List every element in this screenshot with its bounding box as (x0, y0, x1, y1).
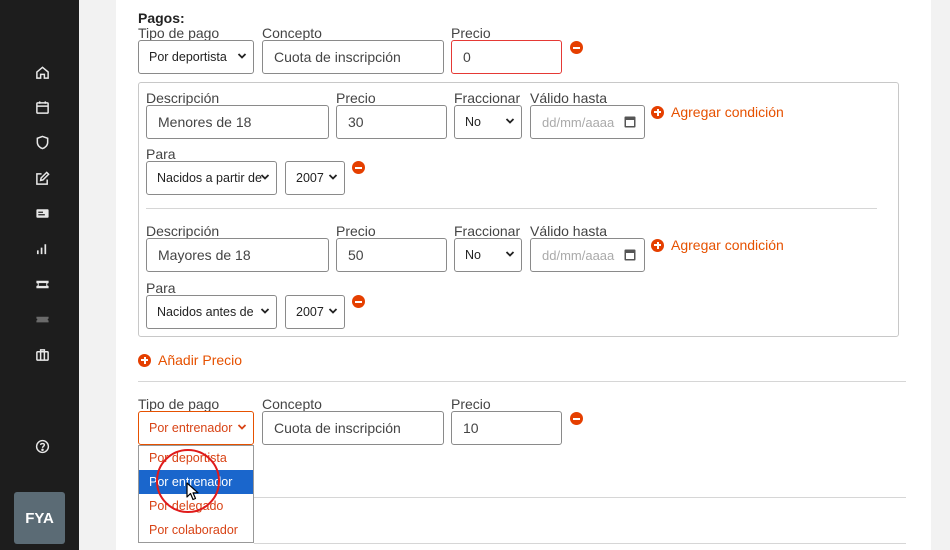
chevron-down-icon (505, 118, 515, 124)
precio-label: Precio (451, 25, 491, 41)
chevron-down-icon (260, 308, 270, 314)
valido-hasta-label: Válido hasta (530, 223, 608, 239)
plus-icon (651, 105, 664, 119)
fraccionar-value: No (465, 115, 481, 129)
chevron-down-icon (505, 251, 515, 257)
precio-input[interactable]: 30 (336, 105, 447, 139)
para-label: Para (146, 146, 176, 162)
fraccionar-select[interactable]: No (454, 238, 522, 272)
divider (254, 543, 906, 544)
click-highlight-circle (156, 449, 220, 513)
chevron-down-icon (237, 53, 247, 59)
tipo-pago-label: Tipo de pago (138, 396, 220, 412)
remove-condition-icon[interactable] (352, 295, 365, 308)
ticket-disabled-icon[interactable] (32, 309, 52, 329)
valido-hasta-input[interactable]: dd/mm/aaaa (530, 105, 645, 139)
descripcion-label: Descripción (146, 90, 220, 106)
para-value: Nacidos a partir de (157, 171, 262, 185)
plus-icon (651, 238, 664, 252)
fraccionar-select[interactable]: No (454, 105, 522, 139)
chevron-down-icon (237, 424, 247, 430)
descripcion-label: Descripción (146, 223, 220, 239)
fraccionar-label: Fraccionar (454, 90, 521, 106)
para-label: Para (146, 280, 176, 296)
calendar-icon[interactable] (32, 97, 52, 117)
year-value: 2007 (296, 171, 324, 185)
mouse-cursor-icon (186, 482, 199, 501)
chart-bar-icon[interactable] (32, 238, 52, 258)
tipo-pago-value: Por entrenador (149, 421, 233, 435)
home-icon[interactable] (32, 62, 52, 82)
year-value: 2007 (296, 305, 324, 319)
avatar[interactable]: FYA (14, 492, 65, 544)
descripcion-input[interactable]: Menores de 18 (146, 105, 329, 139)
agregar-condicion-label: Agregar condición (671, 104, 784, 120)
concepto-input[interactable]: Cuota de inscripción (262, 411, 444, 445)
ticket-icon[interactable] (32, 274, 52, 294)
remove-payment-icon[interactable] (570, 412, 583, 425)
concepto-label: Concepto (262, 396, 322, 412)
chevron-down-icon (260, 174, 270, 180)
anadir-precio-label: Añadir Precio (158, 352, 243, 368)
divider (138, 381, 906, 382)
fraccionar-value: No (465, 248, 481, 262)
date-placeholder: dd/mm/aaaa (542, 247, 615, 263)
precio-input[interactable]: 50 (336, 238, 447, 272)
calendar-icon[interactable] (624, 115, 636, 128)
para-value: Nacidos antes de (157, 305, 254, 319)
calendar-icon[interactable] (624, 248, 636, 261)
agregar-condicion-button[interactable]: Agregar condición (651, 104, 784, 120)
id-card-icon[interactable] (32, 203, 52, 223)
precio-label: Precio (451, 396, 491, 412)
pagos-title: Pagos: (138, 10, 185, 26)
year-select[interactable]: 2007 (285, 161, 345, 195)
precio-input[interactable]: 10 (451, 411, 562, 445)
chevron-down-icon (328, 174, 338, 180)
year-select[interactable]: 2007 (285, 295, 345, 329)
remove-payment-icon[interactable] (570, 41, 583, 54)
tipo-pago-select[interactable]: Por entrenador (138, 411, 254, 445)
divider (254, 497, 906, 498)
concepto-input[interactable]: Cuota de inscripción (262, 40, 444, 74)
date-placeholder: dd/mm/aaaa (542, 114, 615, 130)
divider (146, 208, 877, 209)
shield-icon[interactable] (32, 132, 52, 152)
briefcase-icon[interactable] (32, 344, 52, 364)
anadir-precio-button[interactable]: Añadir Precio (138, 352, 242, 368)
remove-condition-icon[interactable] (352, 161, 365, 174)
precio-input[interactable]: 0 (451, 40, 562, 74)
tipo-pago-select[interactable]: Por deportista (138, 40, 254, 74)
precio-label: Precio (336, 90, 376, 106)
plus-icon (138, 353, 151, 367)
tipo-pago-value: Por deportista (149, 50, 227, 64)
concepto-label: Concepto (262, 25, 322, 41)
descripcion-input[interactable]: Mayores de 18 (146, 238, 329, 272)
help-icon[interactable] (32, 436, 52, 456)
valido-hasta-label: Válido hasta (530, 90, 608, 106)
agregar-condicion-label: Agregar condición (671, 237, 784, 253)
dropdown-option-colaborador[interactable]: Por colaborador (139, 518, 253, 542)
para-select[interactable]: Nacidos antes de (146, 295, 277, 329)
para-select[interactable]: Nacidos a partir de (146, 161, 277, 195)
sidebar: FYA (0, 0, 79, 550)
tipo-pago-label: Tipo de pago (138, 25, 220, 41)
fraccionar-label: Fraccionar (454, 223, 521, 239)
valido-hasta-input[interactable]: dd/mm/aaaa (530, 238, 645, 272)
agregar-condicion-button[interactable]: Agregar condición (651, 237, 784, 253)
precio-label: Precio (336, 223, 376, 239)
chevron-down-icon (328, 308, 338, 314)
edit-icon[interactable] (32, 168, 52, 188)
